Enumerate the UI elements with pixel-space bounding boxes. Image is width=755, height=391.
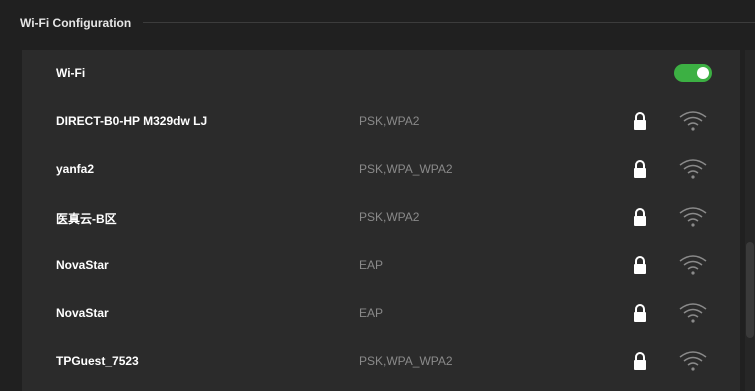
network-name: DIRECT-B0-HP M329dw LJ bbox=[56, 114, 208, 128]
wifi-signal-icon bbox=[679, 207, 707, 227]
vertical-scrollbar[interactable] bbox=[745, 50, 755, 391]
network-row[interactable]: NovaStar EAP bbox=[22, 241, 740, 289]
network-security: PSK,WPA_WPA2 bbox=[359, 162, 453, 176]
network-name: yanfa2 bbox=[56, 162, 95, 176]
network-row[interactable]: yanfa2 PSK,WPA_WPA2 bbox=[22, 145, 740, 193]
section-divider bbox=[143, 22, 755, 23]
network-security: EAP bbox=[359, 258, 384, 272]
lock-icon bbox=[634, 352, 646, 370]
network-name: 医真云-B区 bbox=[56, 212, 117, 226]
wifi-signal-icon bbox=[679, 111, 707, 131]
lock-icon bbox=[634, 160, 646, 178]
network-row[interactable]: 医真云-B区 PSK,WPA2 bbox=[22, 193, 740, 241]
network-security: EAP bbox=[359, 306, 384, 320]
wifi-signal-icon bbox=[679, 255, 707, 275]
lock-icon bbox=[634, 304, 646, 322]
wifi-toggle[interactable] bbox=[674, 64, 712, 82]
wifi-label: Wi-Fi bbox=[56, 66, 86, 80]
wifi-signal-icon bbox=[679, 351, 707, 371]
network-name: TPGuest_7523 bbox=[56, 354, 139, 368]
wifi-toggle-row: Wi-Fi bbox=[22, 50, 740, 97]
lock-icon bbox=[634, 256, 646, 274]
network-name: NovaStar bbox=[56, 306, 109, 320]
network-security: PSK,WPA2 bbox=[359, 210, 420, 224]
network-row[interactable]: DIRECT-B0-HP M329dw LJ PSK,WPA2 bbox=[22, 97, 740, 145]
wifi-panel: Wi-Fi DIRECT-B0-HP M329dw LJ PSK,WPA2 ya… bbox=[22, 50, 740, 391]
network-row[interactable]: TPGuest_7523 PSK,WPA_WPA2 bbox=[22, 337, 740, 385]
network-security: PSK,WPA_WPA2 bbox=[359, 354, 453, 368]
scrollbar-thumb[interactable] bbox=[746, 242, 754, 338]
network-list: DIRECT-B0-HP M329dw LJ PSK,WPA2 yanfa2 P… bbox=[22, 97, 740, 385]
wifi-signal-icon bbox=[679, 303, 707, 323]
lock-icon bbox=[634, 208, 646, 226]
toggle-knob bbox=[697, 67, 709, 79]
wifi-signal-icon bbox=[679, 159, 707, 179]
network-security: PSK,WPA2 bbox=[359, 114, 420, 128]
lock-icon bbox=[634, 112, 646, 130]
section-header: Wi-Fi Configuration bbox=[0, 0, 755, 44]
network-name: NovaStar bbox=[56, 258, 109, 272]
section-title: Wi-Fi Configuration bbox=[20, 16, 132, 30]
network-row[interactable]: NovaStar EAP bbox=[22, 289, 740, 337]
